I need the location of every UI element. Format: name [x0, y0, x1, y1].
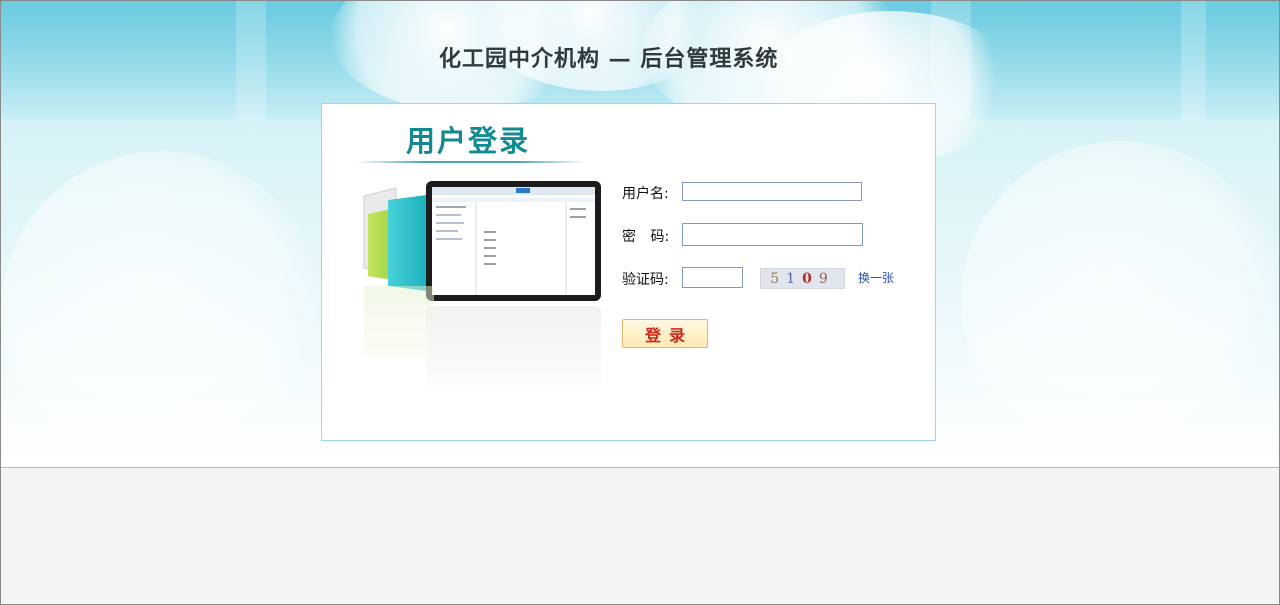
- captcha-digit: 1: [786, 270, 803, 287]
- cloud: [1, 151, 321, 467]
- captcha-label: 验证码:: [622, 272, 669, 288]
- refresh-captcha-link[interactable]: 换一张: [858, 269, 894, 286]
- username-input[interactable]: [682, 182, 862, 201]
- light-beam: [1181, 1, 1206, 119]
- login-button[interactable]: 登录: [622, 319, 708, 348]
- captcha-digit: 5: [770, 270, 787, 287]
- password-label: 密 码:: [622, 229, 670, 245]
- password-input[interactable]: [682, 223, 863, 246]
- captcha-image[interactable]: 5 1 0 9: [760, 268, 845, 289]
- title-underline: [356, 161, 586, 163]
- username-label: 用户名:: [622, 186, 669, 202]
- captcha-input[interactable]: [682, 267, 743, 288]
- system-title: 化工园中介机构 — 后台管理系统: [439, 46, 779, 72]
- login-panel: 用户登录 用户名: 密 码: 验证码: 5 1 0 9 换一张 登录: [321, 103, 936, 441]
- admin-screens-illustration: [356, 181, 606, 406]
- login-panel-title: 用户登录: [406, 124, 531, 158]
- cloud: [961, 141, 1279, 461]
- captcha-digit: 0: [802, 270, 819, 287]
- captcha-digit: 9: [818, 270, 835, 287]
- light-beam: [236, 1, 266, 119]
